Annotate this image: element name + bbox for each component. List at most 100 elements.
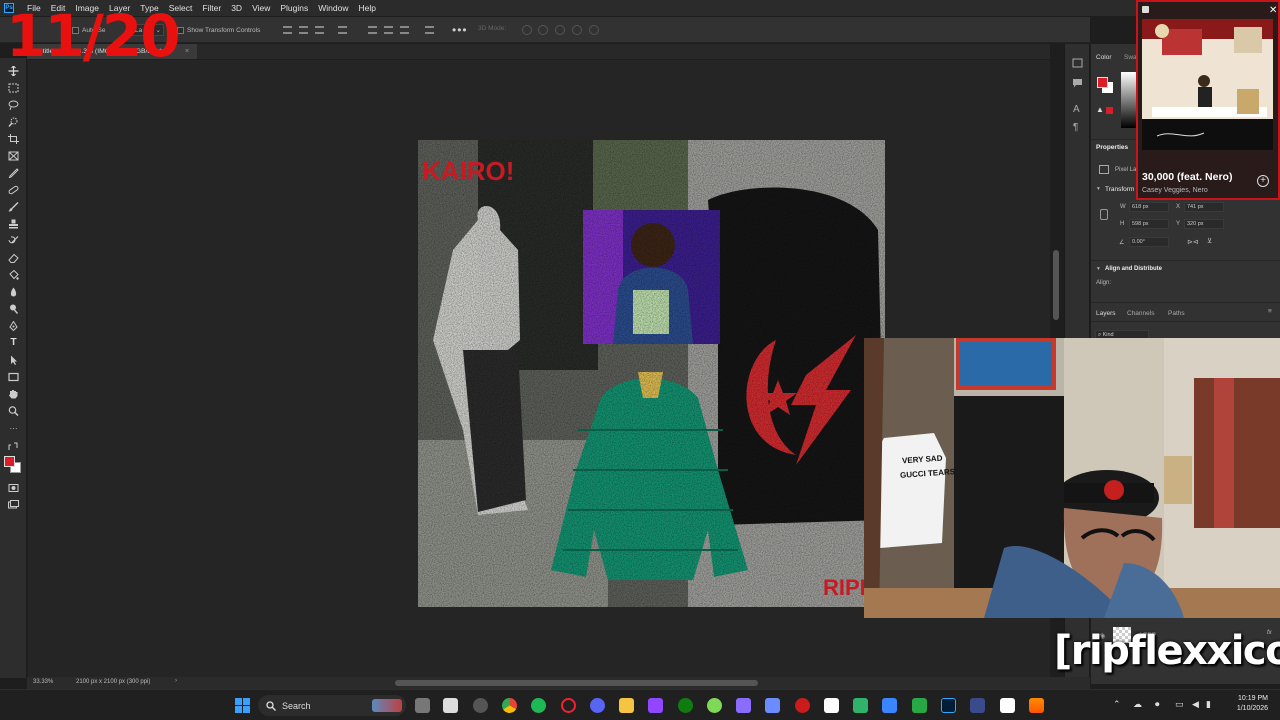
type-tool-icon[interactable]: T <box>8 338 19 348</box>
healing-tool-icon[interactable] <box>8 185 19 195</box>
x-position-field[interactable]: 741 px <box>1184 202 1224 212</box>
app-icon[interactable] <box>853 698 868 713</box>
more-tools-icon[interactable]: ··· <box>8 425 19 435</box>
menu-help[interactable]: Help <box>353 0 380 16</box>
app-icon[interactable] <box>1000 698 1015 713</box>
character-icon[interactable]: A <box>1073 104 1080 115</box>
app-icon[interactable] <box>795 698 810 713</box>
tray-chevron-icon[interactable]: ⌃ <box>1113 699 1121 710</box>
app-icon[interactable] <box>882 698 897 713</box>
marquee-tool-icon[interactable] <box>8 83 19 93</box>
file-explorer-icon[interactable] <box>619 698 634 713</box>
blur-tool-icon[interactable] <box>8 287 19 297</box>
eyedropper-tool-icon[interactable] <box>8 168 19 178</box>
clone-stamp-tool-icon[interactable] <box>8 219 19 229</box>
align-center-icon[interactable] <box>299 26 308 34</box>
app-icon[interactable] <box>473 698 488 713</box>
add-to-library-icon[interactable]: + <box>1257 175 1269 187</box>
task-view-icon[interactable] <box>415 698 430 713</box>
align-bottom-icon[interactable] <box>400 26 409 34</box>
tab-channels[interactable]: Channels <box>1127 310 1154 317</box>
paint-bucket-tool-icon[interactable] <box>8 270 19 280</box>
color-fg-swatch[interactable] <box>1097 77 1108 88</box>
network-icon[interactable]: ▭ <box>1175 699 1184 710</box>
roll-3d-icon[interactable] <box>538 25 548 35</box>
app-icon[interactable] <box>970 698 985 713</box>
photoshop-taskbar-icon[interactable] <box>941 698 956 713</box>
discord-icon[interactable] <box>590 698 605 713</box>
windows-start-icon[interactable] <box>235 698 250 713</box>
angle-field[interactable]: 0.00° <box>1129 237 1169 247</box>
scale-3d-icon[interactable] <box>589 25 599 35</box>
swap-colors-icon[interactable] <box>8 442 19 452</box>
vlc-icon[interactable] <box>1029 698 1044 713</box>
microphone-icon[interactable]: ⏺ <box>1155 699 1160 710</box>
chrome-icon[interactable] <box>502 698 517 713</box>
taskbar-search[interactable]: Search <box>258 695 406 716</box>
cloud-icon[interactable]: ☁ <box>1133 699 1142 710</box>
distribute-icon[interactable] <box>338 26 347 34</box>
twitch-icon[interactable] <box>648 698 663 713</box>
chevron-down-icon[interactable]: ▾ <box>1097 266 1100 272</box>
vertical-scrollbar[interactable] <box>1053 250 1059 320</box>
document-canvas[interactable]: KAIRO! RIPFLEX <box>418 140 885 607</box>
app-icon[interactable] <box>736 698 751 713</box>
flip-horizontal-icon[interactable]: ⊳⊲ <box>1187 238 1199 246</box>
eraser-tool-icon[interactable] <box>8 253 19 263</box>
menu-plugins[interactable]: Plugins <box>275 0 313 16</box>
brush-tool-icon[interactable] <box>8 202 19 212</box>
zoom-tool-icon[interactable] <box>8 406 19 416</box>
tab-paths[interactable]: Paths <box>1168 310 1185 317</box>
tab-layers[interactable]: Layers <box>1096 310 1116 317</box>
volume-icon[interactable]: ◀ <box>1192 699 1199 710</box>
chevron-down-icon[interactable]: ▾ <box>1097 186 1100 192</box>
tab-color[interactable]: Color <box>1096 54 1112 61</box>
dodge-tool-icon[interactable] <box>8 304 19 314</box>
crop-tool-icon[interactable] <box>8 134 19 144</box>
comment-icon[interactable] <box>1072 78 1083 88</box>
horizontal-scrollbar[interactable] <box>395 680 758 686</box>
xbox-icon[interactable] <box>678 698 693 713</box>
menu-window[interactable]: Window <box>313 0 353 16</box>
link-icon[interactable] <box>1100 209 1108 220</box>
quick-mask-icon[interactable] <box>8 483 19 493</box>
align-top-icon[interactable] <box>368 26 377 34</box>
frame-tool-icon[interactable] <box>8 151 19 161</box>
app-icon[interactable] <box>912 698 927 713</box>
spotify-icon[interactable] <box>531 698 546 713</box>
menu-filter[interactable]: Filter <box>197 0 226 16</box>
flip-vertical-icon[interactable]: ⊻ <box>1207 237 1212 245</box>
rectangle-tool-icon[interactable] <box>8 372 19 382</box>
gamut-color-chip[interactable] <box>1106 107 1113 114</box>
hand-tool-icon[interactable] <box>8 389 19 399</box>
width-field[interactable]: 618 px <box>1129 202 1169 212</box>
align-middle-icon[interactable] <box>384 26 393 34</box>
battery-icon[interactable]: ▮ <box>1206 699 1211 710</box>
app-icon[interactable] <box>707 698 722 713</box>
orbit-3d-icon[interactable] <box>522 25 532 35</box>
capcut-icon[interactable] <box>824 698 839 713</box>
history-icon[interactable] <box>1072 58 1083 68</box>
close-icon[interactable]: × <box>185 44 189 59</box>
opera-icon[interactable] <box>561 698 576 713</box>
paragraph-icon[interactable]: ¶ <box>1073 122 1078 133</box>
height-field[interactable]: 598 px <box>1129 219 1169 229</box>
menu-view[interactable]: View <box>247 0 275 16</box>
drag-3d-icon[interactable] <box>555 25 565 35</box>
slide-3d-icon[interactable] <box>572 25 582 35</box>
screen-mode-icon[interactable] <box>8 500 19 510</box>
pen-tool-icon[interactable] <box>8 321 19 331</box>
lasso-tool-icon[interactable] <box>8 100 19 110</box>
zoom-level[interactable]: 33.33% <box>33 679 53 685</box>
show-transform-checkbox[interactable]: Show Transform Controls <box>177 24 260 36</box>
history-brush-tool-icon[interactable] <box>8 236 19 246</box>
app-icon[interactable] <box>765 698 780 713</box>
y-position-field[interactable]: 320 px <box>1184 219 1224 229</box>
taskbar-clock[interactable]: 10:19 PM 1/10/2026 <box>1218 694 1268 714</box>
app-icon[interactable] <box>443 698 458 713</box>
more-options-icon[interactable]: ••• <box>452 23 468 37</box>
close-icon[interactable]: ✕ <box>1269 5 1277 16</box>
quick-select-tool-icon[interactable] <box>8 117 19 127</box>
foreground-color-swatch[interactable] <box>4 456 15 467</box>
menu-3d[interactable]: 3D <box>226 0 247 16</box>
